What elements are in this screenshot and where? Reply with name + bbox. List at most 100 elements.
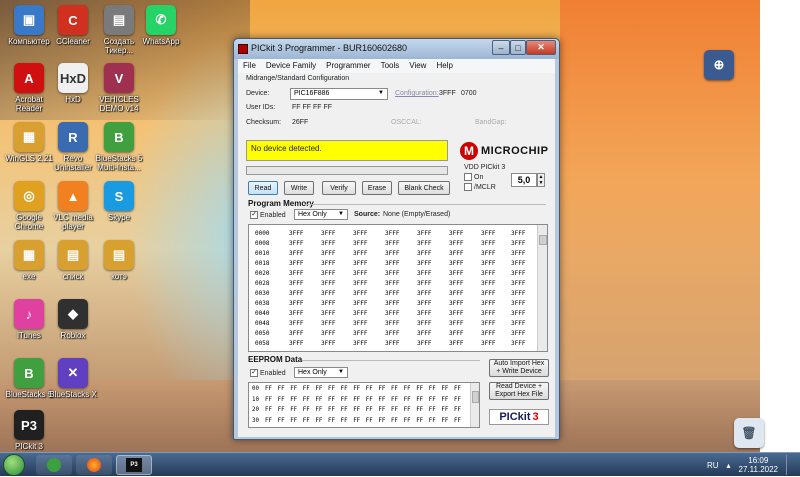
memory-cell[interactable]: 3FFF	[353, 240, 367, 247]
desktop-icon[interactable]: P3 PICkit 3	[2, 410, 56, 451]
memory-cell[interactable]: 3FFF	[321, 260, 335, 267]
eeprom-cell[interactable]: FF	[454, 418, 461, 424]
configuration-link[interactable]: Configuration:	[395, 90, 439, 97]
eeprom-cell[interactable]: FF	[429, 407, 436, 413]
memory-cell[interactable]: 3FFF	[417, 300, 431, 307]
memory-cell[interactable]: 3FFF	[449, 330, 463, 337]
memory-cell[interactable]: 3FFF	[417, 330, 431, 337]
read-button[interactable]: Read	[248, 181, 278, 195]
memory-cell[interactable]: 3FFF	[481, 340, 495, 347]
eeprom-cell[interactable]: FF	[353, 407, 360, 413]
memory-cell[interactable]: 3FFF	[417, 240, 431, 247]
eeprom-mode-select[interactable]: Hex Only ▼	[294, 367, 348, 378]
memory-cell[interactable]: 3FFF	[385, 270, 399, 277]
desktop-icon[interactable]: ✆ WhatsApp	[134, 5, 188, 46]
memory-cell[interactable]: 3FFF	[417, 340, 431, 347]
memory-cell[interactable]: 3FFF	[321, 280, 335, 287]
eeprom-cell[interactable]: FF	[378, 407, 385, 413]
desktop-icon[interactable]: ✕ BlueStacks X	[46, 358, 100, 399]
eeprom-cell[interactable]: FF	[315, 397, 322, 403]
memory-cell[interactable]: 3FFF	[481, 330, 495, 337]
memory-cell[interactable]: 3FFF	[449, 250, 463, 257]
minimize-button[interactable]: –	[492, 40, 510, 55]
menu-device-family[interactable]: Device Family	[261, 59, 321, 73]
memory-cell[interactable]: 3FFF	[385, 300, 399, 307]
eeprom-cell[interactable]: FF	[353, 418, 360, 424]
desktop-icon[interactable]: B BlueStacks 5 Multi-Insta...	[92, 122, 146, 172]
memory-cell[interactable]: 3FFF	[417, 270, 431, 277]
eeprom-cell[interactable]: FF	[303, 407, 310, 413]
eeprom-cell[interactable]: FF	[353, 397, 360, 403]
eeprom-cell[interactable]: FF	[454, 397, 461, 403]
erase-button[interactable]: Erase	[362, 181, 392, 195]
memory-cell[interactable]: 3FFF	[385, 290, 399, 297]
memory-cell[interactable]: 3FFF	[353, 310, 367, 317]
memory-cell[interactable]: 3FFF	[417, 290, 431, 297]
eeprom-cell[interactable]: FF	[315, 407, 322, 413]
eeprom-cell[interactable]: FF	[303, 397, 310, 403]
memory-cell[interactable]: 3FFF	[321, 300, 335, 307]
memory-cell[interactable]: 3FFF	[289, 250, 303, 257]
eeprom-cell[interactable]: FF	[341, 386, 348, 392]
show-desktop-button[interactable]	[786, 455, 794, 475]
memory-cell[interactable]: 3FFF	[289, 310, 303, 317]
eeprom-cell[interactable]: FF	[328, 397, 335, 403]
taskbar-firefox-icon[interactable]	[76, 455, 112, 475]
read-export-hex-button[interactable]: Read Device + Export Hex File	[489, 382, 549, 400]
eeprom-cell[interactable]: FF	[391, 407, 398, 413]
recycle-bin-icon[interactable]: 🗑	[722, 418, 776, 448]
memory-cell[interactable]: 3FFF	[481, 240, 495, 247]
eeprom-cell[interactable]: FF	[290, 397, 297, 403]
mclr-checkbox[interactable]: /MCLR	[464, 183, 496, 191]
desktop-icon[interactable]: S Skype	[92, 181, 146, 222]
memory-cell[interactable]: 3FFF	[511, 270, 525, 277]
desktop-icon[interactable]: V VEHICLES DEMO v14	[92, 63, 146, 113]
memory-cell[interactable]: 3FFF	[449, 280, 463, 287]
desktop-icon[interactable]: ▤ котэ	[92, 240, 146, 281]
memory-cell[interactable]: 3FFF	[417, 310, 431, 317]
verify-button[interactable]: Verify	[322, 181, 356, 195]
memory-cell[interactable]: 3FFF	[449, 230, 463, 237]
memory-cell[interactable]: 3FFF	[321, 310, 335, 317]
eeprom-cell[interactable]: FF	[416, 418, 423, 424]
eeprom-cell[interactable]: FF	[404, 407, 411, 413]
memory-cell[interactable]: 3FFF	[321, 240, 335, 247]
tray-chevron-up-icon[interactable]: ▴	[727, 461, 731, 470]
memory-cell[interactable]: 3FFF	[481, 250, 495, 257]
eeprom-cell[interactable]: FF	[404, 386, 411, 392]
eeprom-cell[interactable]: FF	[454, 407, 461, 413]
title-bar[interactable]: PICkit 3 Programmer - BUR160602680 – □ ✕	[234, 39, 559, 59]
memory-cell[interactable]: 3FFF	[353, 330, 367, 337]
crosshair-icon[interactable]: ⊕	[692, 50, 746, 80]
memory-cell[interactable]: 3FFF	[385, 310, 399, 317]
memory-cell[interactable]: 3FFF	[481, 300, 495, 307]
eeprom-cell[interactable]: FF	[353, 386, 360, 392]
eeprom-cell[interactable]: FF	[454, 386, 461, 392]
eeprom-cell[interactable]: FF	[278, 418, 285, 424]
eeprom-enabled-checkbox[interactable]: ✓ Enabled	[250, 369, 286, 377]
eeprom-cell[interactable]: FF	[441, 418, 448, 424]
memory-cell[interactable]: 3FFF	[481, 320, 495, 327]
memory-cell[interactable]: 3FFF	[321, 230, 335, 237]
eeprom-cell[interactable]: FF	[441, 397, 448, 403]
eeprom-cell[interactable]: FF	[303, 418, 310, 424]
eeprom-cell[interactable]: FF	[366, 418, 373, 424]
eeprom-cell[interactable]: FF	[429, 386, 436, 392]
memory-cell[interactable]: 3FFF	[511, 310, 525, 317]
memory-cell[interactable]: 3FFF	[289, 280, 303, 287]
eeprom-cell[interactable]: FF	[404, 418, 411, 424]
memory-cell[interactable]: 3FFF	[353, 280, 367, 287]
memory-cell[interactable]: 3FFF	[481, 230, 495, 237]
taskbar-pickit-icon[interactable]: P3	[116, 455, 152, 475]
write-button[interactable]: Write	[284, 181, 314, 195]
memory-cell[interactable]: 3FFF	[289, 290, 303, 297]
eeprom-cell[interactable]: FF	[341, 397, 348, 403]
eeprom-cell[interactable]: FF	[378, 386, 385, 392]
eeprom-cell[interactable]: FF	[290, 407, 297, 413]
vdd-spinner[interactable]: ▲ ▼	[537, 173, 545, 187]
eeprom-cell[interactable]: FF	[315, 386, 322, 392]
memory-cell[interactable]: 3FFF	[511, 250, 525, 257]
memory-cell[interactable]: 3FFF	[511, 340, 525, 347]
memory-cell[interactable]: 3FFF	[481, 290, 495, 297]
memory-cell[interactable]: 3FFF	[353, 320, 367, 327]
